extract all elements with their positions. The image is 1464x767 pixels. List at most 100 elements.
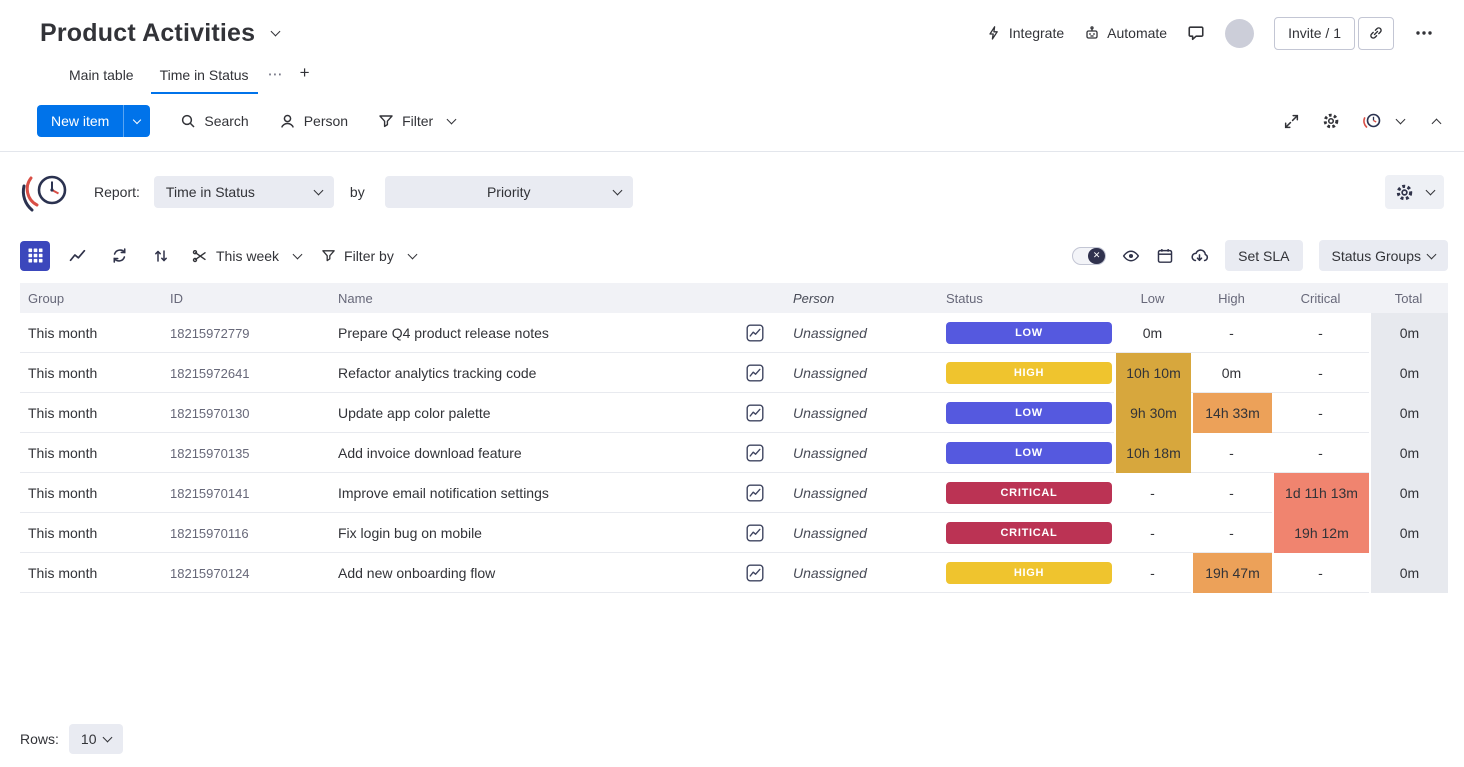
item-chart-icon[interactable] <box>743 321 767 345</box>
rows-per-page-select[interactable]: 10 <box>69 724 124 754</box>
more-options-icon[interactable] <box>1414 23 1434 43</box>
group-cell: This month <box>20 473 160 513</box>
time-total-cell: 0m <box>1369 313 1448 353</box>
add-view-button[interactable]: + <box>290 54 320 94</box>
chevron-down-icon <box>447 115 457 125</box>
calendar-icon[interactable] <box>1156 247 1174 265</box>
filter-button[interactable]: Filter <box>378 113 455 129</box>
person-cell[interactable]: Unassigned <box>775 553 935 593</box>
status-cell[interactable]: LOW <box>935 433 1114 473</box>
person-label: Person <box>304 113 348 129</box>
table-row[interactable]: This month 18215970135 Add invoice downl… <box>20 433 1448 473</box>
item-chart-icon[interactable] <box>743 361 767 385</box>
id-cell: 18215972641 <box>160 353 330 393</box>
new-item-dropdown[interactable] <box>123 105 150 137</box>
time-range-select[interactable]: This week <box>188 248 305 264</box>
refresh-button[interactable] <box>104 241 134 271</box>
board-title-menu[interactable]: Product Activities <box>40 19 279 48</box>
table-view-button[interactable] <box>20 241 50 271</box>
user-avatar[interactable] <box>1225 19 1254 48</box>
item-chart-icon[interactable] <box>743 521 767 545</box>
expand-view-icon[interactable] <box>1283 113 1300 130</box>
rows-per-page-value: 10 <box>81 731 97 747</box>
app-view-switcher[interactable] <box>1362 111 1404 131</box>
group-cell: This month <box>20 433 160 473</box>
group-cell: This month <box>20 513 160 553</box>
table-row[interactable]: This month 18215970141 Improve email not… <box>20 473 1448 513</box>
status-cell[interactable]: LOW <box>935 313 1114 353</box>
chart-view-button[interactable] <box>62 241 92 271</box>
integrate-bolt-icon <box>986 25 1002 41</box>
person-cell[interactable]: Unassigned <box>775 433 935 473</box>
person-icon <box>279 113 296 130</box>
report-bar: Report: Time in Status by Priority <box>0 152 1464 216</box>
status-cell[interactable]: CRITICAL <box>935 513 1114 553</box>
tab-more-label: ⋯ <box>268 66 284 83</box>
status-cell[interactable]: HIGH <box>935 353 1114 393</box>
time-low-cell: 9h 30m <box>1114 393 1191 433</box>
updates-button[interactable] <box>1187 24 1205 42</box>
chevron-down-icon <box>1396 115 1406 125</box>
col-header-high: High <box>1191 291 1272 306</box>
person-cell[interactable]: Unassigned <box>775 313 935 353</box>
integrate-label: Integrate <box>1009 25 1064 41</box>
automate-button[interactable]: Automate <box>1084 25 1167 41</box>
status-cell[interactable]: HIGH <box>935 553 1114 593</box>
tab-main-table[interactable]: Main table <box>56 58 147 94</box>
sort-button[interactable] <box>146 241 176 271</box>
status-cell[interactable]: LOW <box>935 393 1114 433</box>
chevron-down-icon <box>407 249 417 259</box>
chevron-down-icon <box>133 116 141 124</box>
board-header: Product Activities Integrate Automate <box>0 0 1464 94</box>
chevron-down-icon <box>1427 249 1437 259</box>
person-cell[interactable]: Unassigned <box>775 393 935 433</box>
person-cell[interactable]: Unassigned <box>775 513 935 553</box>
invite-button[interactable]: Invite / 1 <box>1274 17 1355 50</box>
item-chart-icon[interactable] <box>743 561 767 585</box>
robot-icon <box>1084 25 1100 41</box>
status-groups-button[interactable]: Status Groups <box>1319 240 1449 271</box>
time-high-cell: - <box>1191 473 1272 513</box>
tab-options-icon[interactable]: ⋯ <box>262 56 290 94</box>
table-row[interactable]: This month 18215972779 Prepare Q4 produc… <box>20 313 1448 353</box>
by-label: by <box>350 184 365 200</box>
collapse-toolbar-icon[interactable] <box>1432 118 1442 128</box>
display-toggle[interactable]: ✕ <box>1072 247 1106 265</box>
link-icon <box>1368 25 1384 41</box>
status-badge: CRITICAL <box>946 482 1112 504</box>
filter-label: Filter <box>402 113 433 129</box>
export-cloud-icon[interactable] <box>1190 246 1209 265</box>
settings-gear-icon[interactable] <box>1322 112 1340 130</box>
report-type-select[interactable]: Time in Status <box>154 176 334 208</box>
table-row[interactable]: This month 18215970116 Fix login bug on … <box>20 513 1448 553</box>
report-settings-button[interactable] <box>1385 175 1444 209</box>
set-sla-button[interactable]: Set SLA <box>1225 240 1302 271</box>
status-groups-label: Status Groups <box>1332 248 1422 264</box>
time-critical-cell: 19h 12m <box>1272 513 1369 553</box>
integrate-button[interactable]: Integrate <box>986 25 1064 41</box>
funnel-icon <box>378 113 394 129</box>
new-item-button[interactable]: New item <box>37 105 150 137</box>
table-row[interactable]: This month 18215972641 Refactor analytic… <box>20 353 1448 393</box>
invite-label: Invite / 1 <box>1288 25 1341 41</box>
table-row[interactable]: This month 18215970124 Add new onboardin… <box>20 553 1448 593</box>
item-chart-icon[interactable] <box>743 401 767 425</box>
person-cell[interactable]: Unassigned <box>775 353 935 393</box>
search-label: Search <box>204 113 248 129</box>
filter-by-button[interactable]: Filter by <box>317 248 420 264</box>
copy-link-button[interactable] <box>1358 17 1394 50</box>
col-header-status: Status <box>935 291 1114 306</box>
time-total-cell: 0m <box>1369 513 1448 553</box>
item-chart-icon[interactable] <box>743 481 767 505</box>
person-cell[interactable]: Unassigned <box>775 473 935 513</box>
status-cell[interactable]: CRITICAL <box>935 473 1114 513</box>
group-cell: This month <box>20 353 160 393</box>
eye-icon[interactable] <box>1122 247 1140 265</box>
person-filter-button[interactable]: Person <box>279 113 348 130</box>
table-row[interactable]: This month 18215970130 Update app color … <box>20 393 1448 433</box>
search-button[interactable]: Search <box>180 113 248 129</box>
item-chart-icon[interactable] <box>743 441 767 465</box>
tab-time-in-status[interactable]: Time in Status <box>147 58 262 94</box>
table-header: Group ID Name Person Status Low High Cri… <box>20 283 1448 313</box>
group-by-select[interactable]: Priority <box>385 176 633 208</box>
